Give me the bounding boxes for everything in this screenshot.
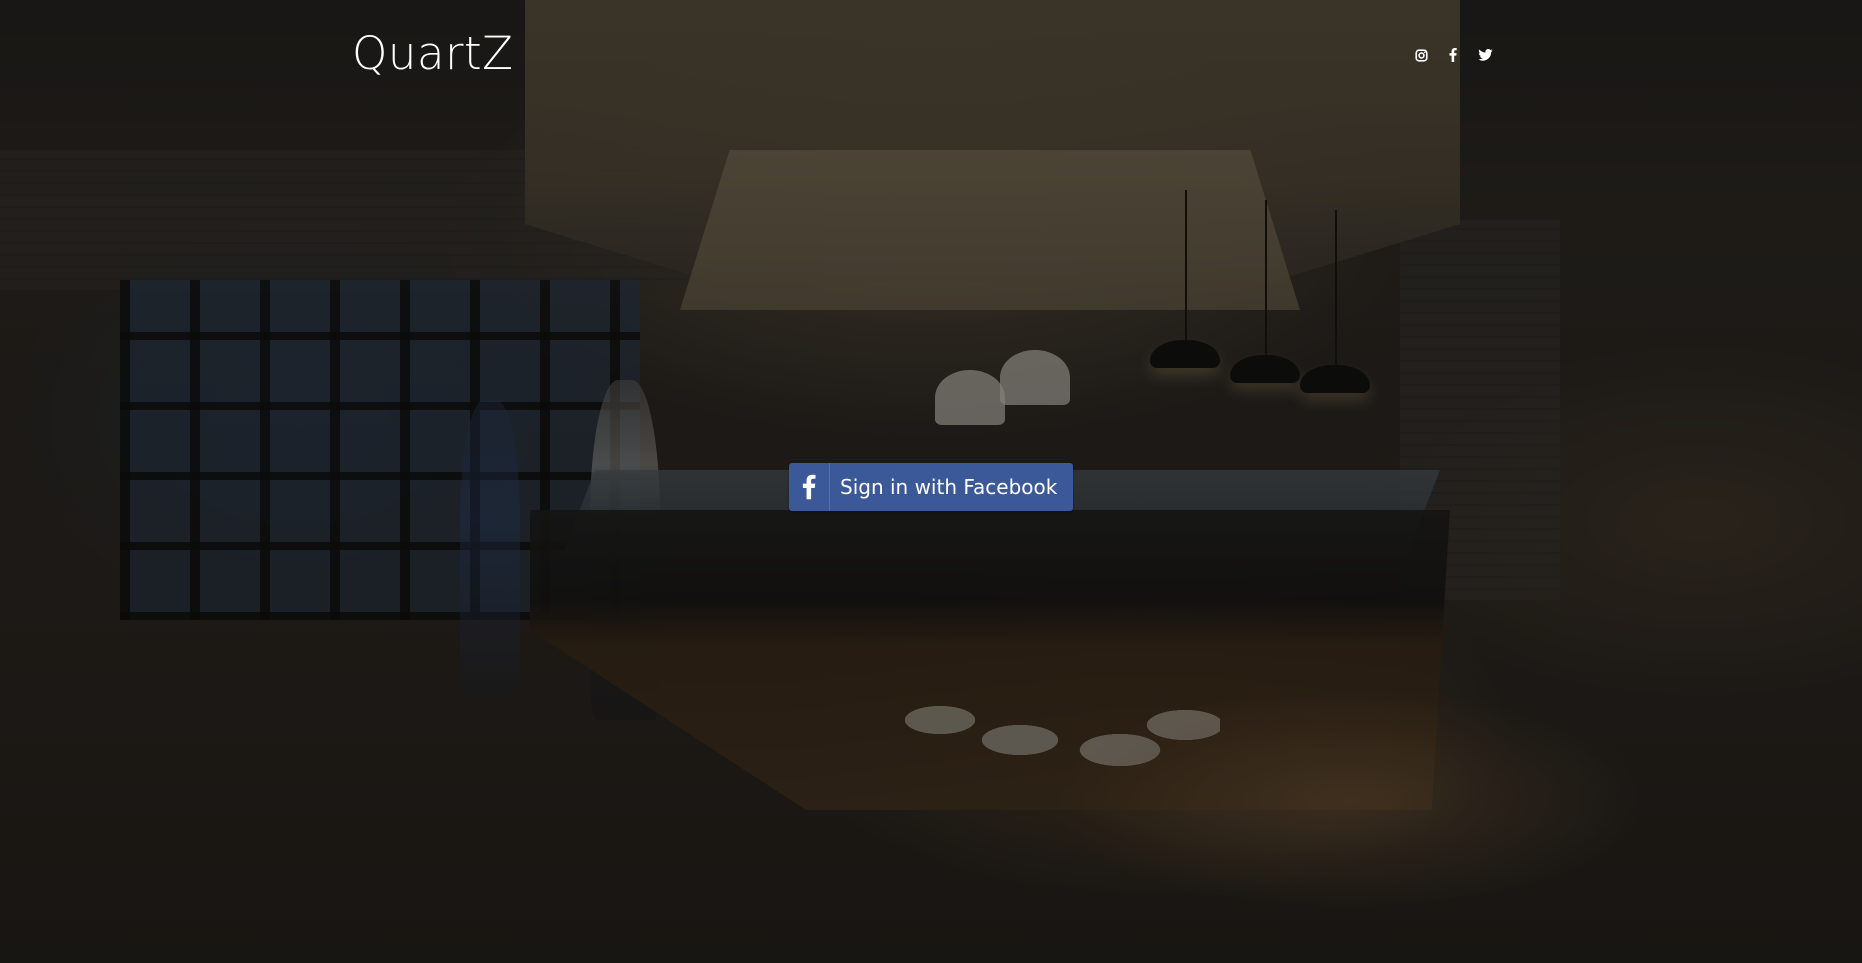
social-links bbox=[1412, 46, 1494, 64]
twitter-icon bbox=[1477, 49, 1493, 61]
facebook-link[interactable] bbox=[1444, 46, 1462, 64]
instagram-link[interactable] bbox=[1412, 46, 1430, 64]
facebook-login-label: Sign in with Facebook bbox=[840, 475, 1058, 499]
facebook-login-button[interactable]: Sign in with Facebook bbox=[789, 463, 1073, 511]
twitter-link[interactable] bbox=[1476, 46, 1494, 64]
site-logo[interactable]: QuartZ bbox=[352, 24, 514, 84]
instagram-icon bbox=[1414, 48, 1428, 62]
landing-page: QuartZ Sign in with Facebook bbox=[0, 0, 1862, 963]
facebook-icon bbox=[1449, 48, 1457, 62]
facebook-f-icon bbox=[789, 463, 830, 511]
